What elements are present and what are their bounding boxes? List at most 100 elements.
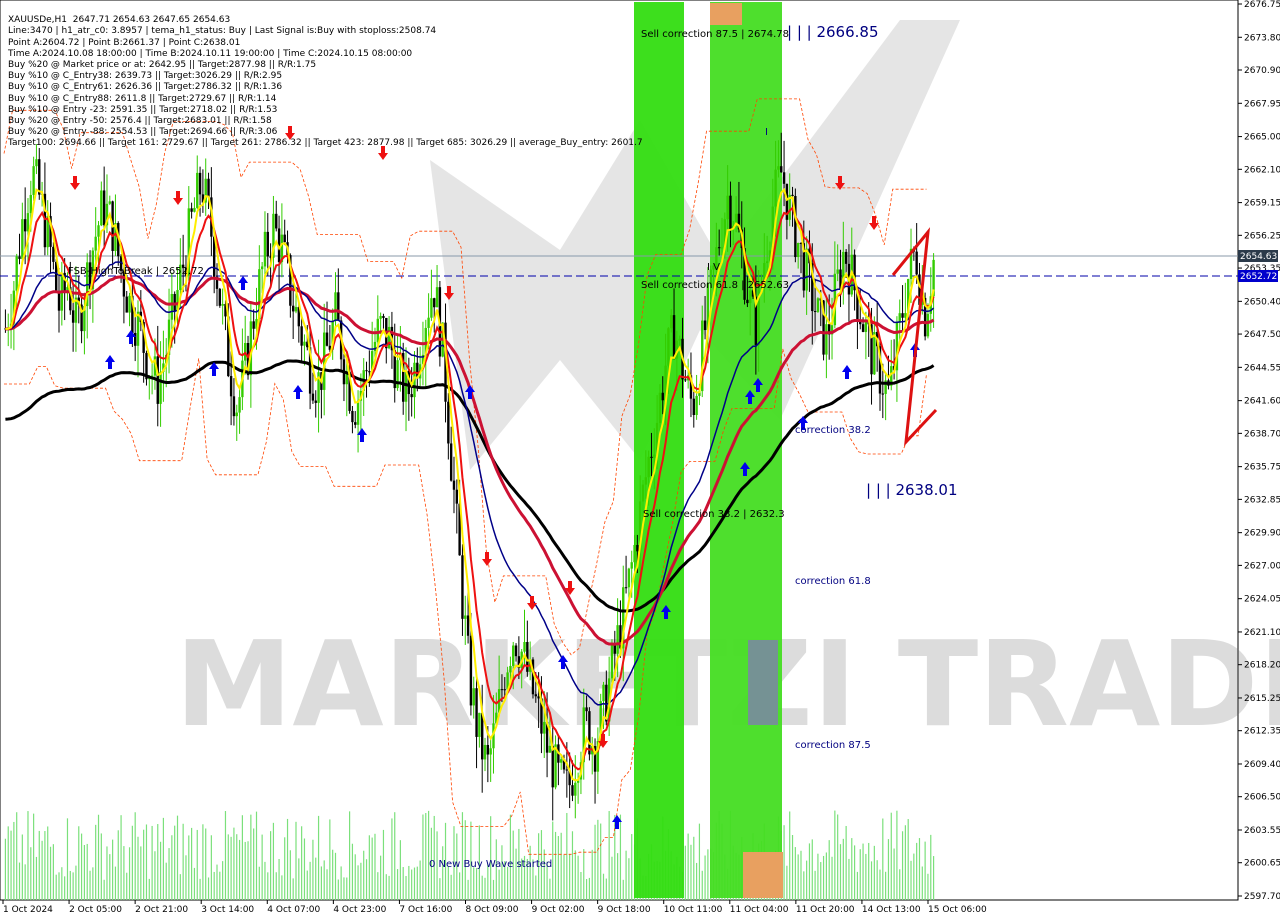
y-tick-label: 2618.20	[1244, 661, 1280, 671]
y-tick-label: 2659.15	[1244, 199, 1280, 209]
candle-body	[410, 394, 413, 398]
candle-body	[218, 288, 222, 306]
y-tick-label: 2627.00	[1244, 561, 1280, 571]
candle-body	[196, 172, 199, 208]
candle-body	[21, 219, 24, 259]
candle-body	[636, 544, 639, 552]
candle-body	[627, 568, 631, 588]
candle-body	[624, 587, 628, 589]
candle-body	[749, 290, 752, 304]
candle-body	[252, 321, 255, 329]
watermark-i-block	[748, 640, 778, 725]
candle-body	[368, 371, 371, 373]
candle-body	[136, 311, 140, 346]
candle-body	[729, 195, 732, 229]
candle-body	[57, 291, 61, 311]
candle-body	[717, 247, 721, 249]
candle-body	[483, 744, 487, 760]
candle-body	[430, 298, 433, 318]
candle-body	[915, 251, 918, 275]
y-tick-label: 2650.40	[1244, 297, 1280, 307]
candle-body	[692, 398, 695, 416]
info-line: Buy %20 @ Market price or at: 2642.95 ||…	[8, 60, 317, 71]
y-tick-label: 2612.35	[1244, 727, 1280, 737]
info-line: Buy %20 @ Entry -50: 2576.4 || Target:26…	[8, 116, 272, 127]
candle-body	[791, 194, 794, 197]
candle-body	[260, 266, 264, 270]
price-axis[interactable]: 2676.75 2673.80 2670.90 2667.95 2665.00 2662.…	[1238, 0, 1280, 902]
candle-body	[229, 376, 233, 397]
x-tick-label: 2 Oct 05:00	[69, 905, 122, 915]
candle-body	[379, 316, 382, 319]
y-tick-label: 2673.80	[1244, 33, 1280, 43]
x-tick-label: 10 Oct 11:00	[664, 905, 723, 915]
candle-body	[469, 635, 473, 706]
candle-body	[108, 201, 111, 204]
x-tick-label: 8 Oct 09:00	[466, 905, 519, 915]
candle-body	[23, 219, 27, 232]
sell-correction-618-label: Sell correction 61.8 | 2652.63	[641, 280, 789, 291]
candle-body	[435, 287, 439, 308]
candle-body	[509, 665, 512, 673]
candle-body	[32, 166, 35, 195]
x-tick-label: 9 Oct 18:00	[598, 905, 651, 915]
y-tick-label: 2665.00	[1244, 133, 1280, 143]
candle-body	[29, 194, 33, 214]
info-line: Buy %20 @ Entry -88: 2554.53 || Target:2…	[8, 127, 278, 138]
sell-correction-382-label: Sell correction 38.2 | 2632.3	[643, 509, 785, 520]
info-line: Target100: 2694.66 || Target 161: 2729.6…	[8, 138, 643, 149]
candle-body	[796, 243, 800, 258]
candle-body	[551, 745, 554, 788]
candle-body	[283, 234, 286, 243]
info-line: Point A:2604.72 | Point B:2661.37 | Poin…	[8, 37, 241, 48]
y-tick-label: 2606.50	[1244, 793, 1280, 803]
candle-body	[695, 395, 698, 416]
candle-body	[291, 305, 295, 312]
candle-body	[726, 195, 729, 220]
candle-body	[311, 393, 315, 401]
y-tick-label: 2644.55	[1244, 363, 1280, 373]
y-tick-label: 2670.90	[1244, 66, 1280, 76]
candle-body	[125, 296, 128, 313]
correction-618-label: correction 61.8	[795, 576, 871, 587]
candle-body	[382, 316, 385, 318]
candle-body	[173, 293, 176, 311]
x-tick-label: 1 Oct 2024	[3, 905, 53, 915]
x-tick-label: 14 Oct 13:00	[862, 905, 921, 915]
candle-body	[672, 315, 676, 359]
candle-body	[238, 397, 241, 413]
candle-body	[365, 370, 368, 372]
candle-body	[100, 190, 103, 226]
y-tick-label: 2676.75	[1244, 0, 1280, 10]
candle-body	[159, 371, 162, 404]
candle-body	[746, 299, 749, 304]
time-axis[interactable]: 1 Oct 2024 2 Oct 05:00 2 Oct 21:00 3 Oct 14…	[2, 900, 987, 915]
candle-body	[190, 208, 193, 212]
x-tick-label: 15 Oct 06:00	[928, 905, 987, 915]
y-tick-label: 2615.25	[1244, 694, 1280, 704]
info-line: Buy %10 @ C_Entry88: 2611.8 || Target:27…	[8, 93, 277, 104]
candle-body	[720, 247, 724, 249]
candle-body	[667, 328, 670, 366]
y-tick-label: 2667.95	[1244, 99, 1280, 109]
candle-body	[816, 298, 820, 312]
y-tick-label: 2638.70	[1244, 429, 1280, 439]
y-tick-label: 2624.05	[1244, 595, 1280, 605]
candle-body	[610, 644, 614, 679]
x-tick-label: 7 Oct 16:00	[399, 905, 452, 915]
y-tick-label: 2629.90	[1244, 529, 1280, 539]
candle-body	[275, 213, 278, 229]
i-mark: I	[765, 127, 768, 138]
candle-body	[503, 689, 506, 691]
x-tick-label: 3 Oct 14:00	[201, 905, 254, 915]
candle-body	[447, 401, 450, 444]
candle-body	[703, 320, 707, 331]
candle-body	[780, 166, 783, 173]
candle-body	[15, 256, 18, 291]
candle-body	[449, 443, 453, 481]
candle-body	[565, 769, 569, 771]
candle-body	[661, 392, 664, 401]
candle-body	[472, 688, 475, 706]
current-price-value: 2654.63	[1240, 252, 1277, 262]
y-tick-label: 2603.55	[1244, 826, 1280, 836]
